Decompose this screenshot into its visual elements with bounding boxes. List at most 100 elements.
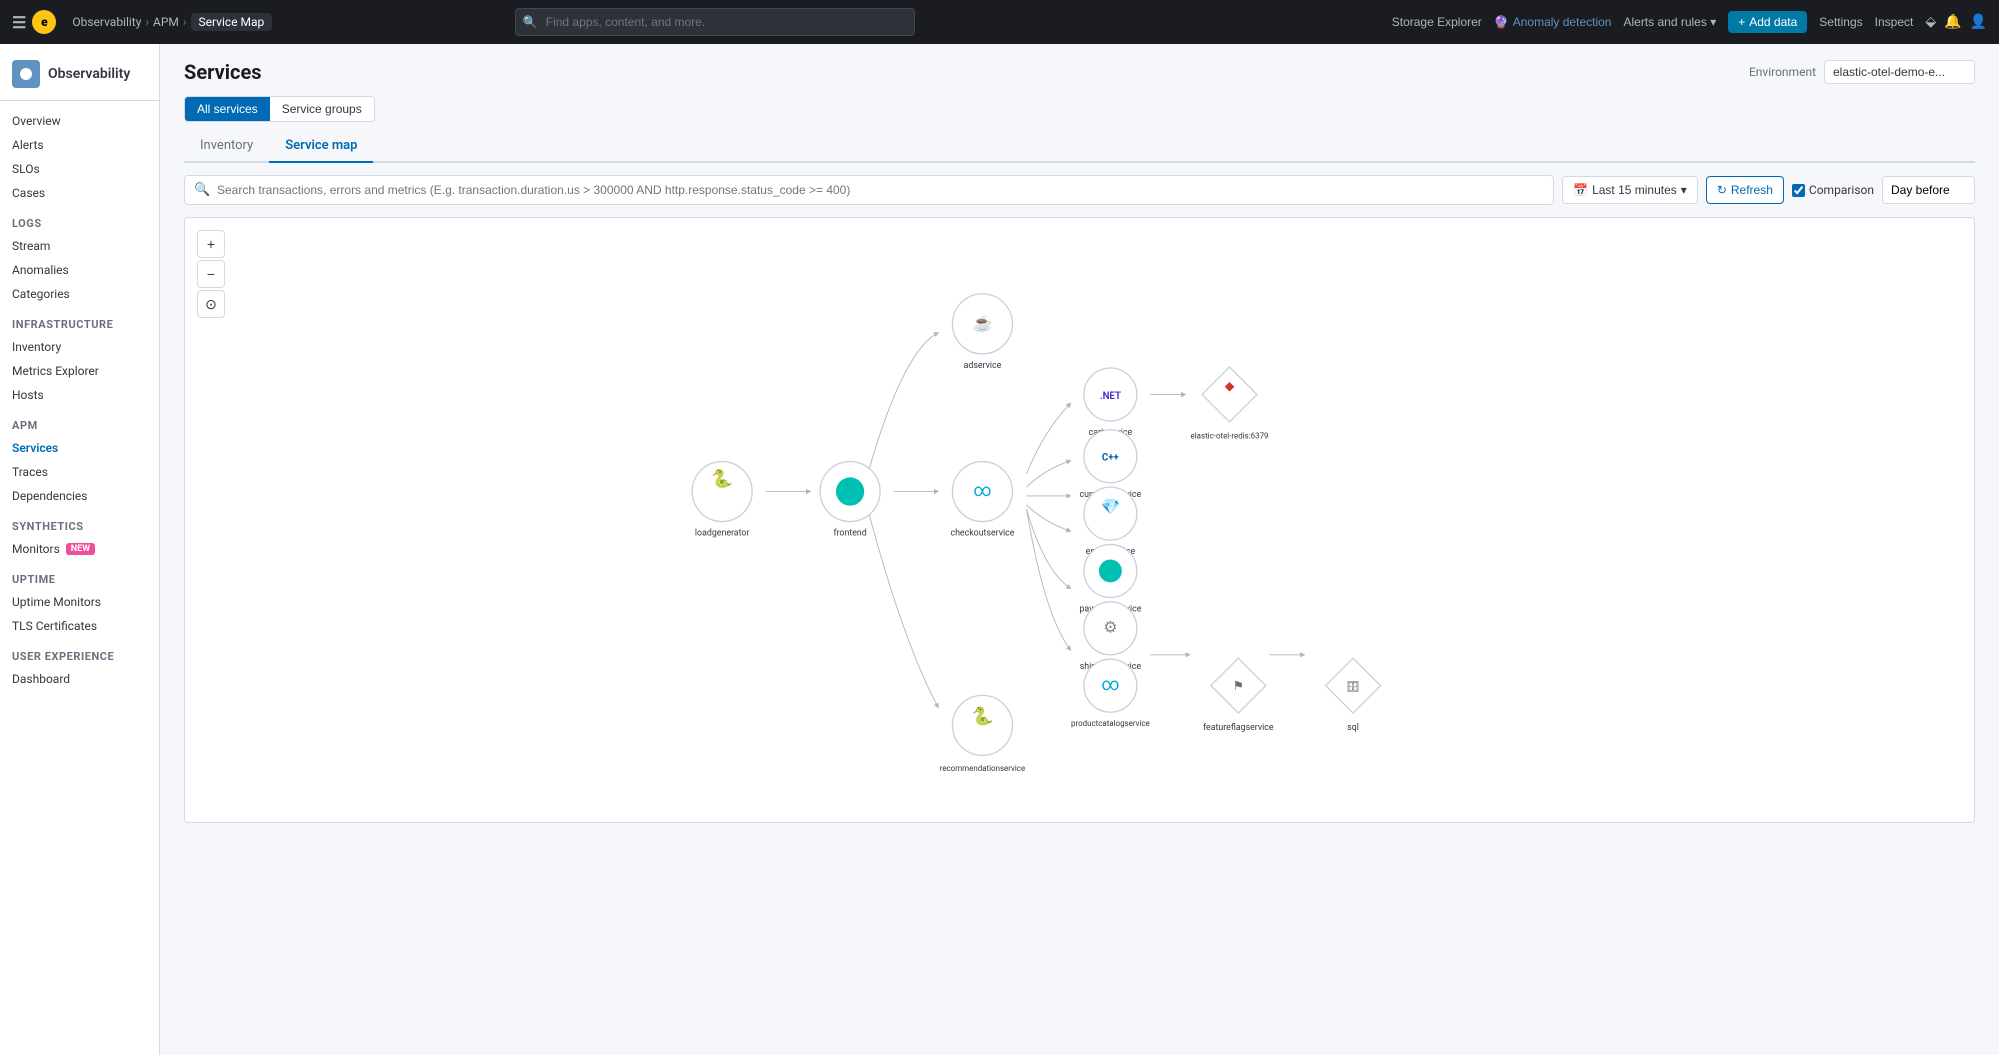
breadcrumb-service-map[interactable]: Service Map (191, 13, 273, 31)
sidebar-item-tls-certificates[interactable]: TLS Certificates (0, 614, 159, 638)
node-frontend[interactable]: frontend (820, 462, 880, 539)
sidebar-section-uptime: Uptime Uptime Monitors TLS Certificates (0, 569, 159, 638)
node-cartservice[interactable]: .NET cartservice (1084, 368, 1137, 438)
svg-text:⚑: ⚑ (1233, 680, 1244, 694)
node-checkoutservice[interactable]: ∞ checkoutservice (950, 462, 1014, 539)
svg-text:loadgenerator: loadgenerator (695, 529, 750, 539)
day-before-select[interactable]: Day before (1882, 176, 1975, 204)
alerts-rules-btn[interactable]: Alerts and rules ▾ (1623, 15, 1716, 29)
breadcrumbs: Observability › APM › Service Map (72, 13, 272, 31)
user-icon[interactable]: 👤 (1970, 14, 1987, 30)
sidebar-item-monitors[interactable]: Monitors NEW (0, 537, 159, 561)
comparison-label: Comparison (1809, 183, 1874, 197)
synthetics-section-label: Synthetics (0, 516, 159, 537)
sidebar-item-alerts[interactable]: Alerts (0, 133, 159, 157)
elastic-icon: e (32, 10, 56, 34)
zoom-in-btn[interactable]: + (197, 230, 225, 258)
sidebar-item-traces[interactable]: Traces (0, 460, 159, 484)
share-icon[interactable]: ⬙ (1925, 14, 1936, 30)
notifications-icon[interactable]: 🔔 (1944, 14, 1961, 30)
topbar-search-icon: 🔍 (523, 15, 538, 29)
comparison-check[interactable]: Comparison (1792, 183, 1874, 197)
tab-inventory[interactable]: Inventory (184, 130, 269, 163)
svg-text:◆: ◆ (1225, 380, 1235, 394)
add-data-btn[interactable]: + Add data (1728, 11, 1807, 33)
sidebar-item-inventory[interactable]: Inventory (0, 335, 159, 359)
svg-text:∞: ∞ (1101, 675, 1119, 695)
sidebar-title: Observability (48, 66, 130, 82)
inspect-btn[interactable]: Inspect (1875, 15, 1914, 29)
sidebar-item-services[interactable]: Services (0, 436, 159, 460)
topbar-icons: ⬙ 🔔 👤 (1925, 14, 1987, 30)
chevron-down-icon: ▾ (1681, 183, 1687, 197)
toolbar-search-input[interactable] (184, 175, 1554, 205)
sidebar-section-synthetics: Synthetics Monitors NEW (0, 516, 159, 561)
node-featureflagservice[interactable]: ⚑ featureflagservice (1203, 658, 1274, 733)
tab-service-groups[interactable]: Service groups (270, 97, 374, 121)
node-loadgenerator[interactable]: 🐍 loadgenerator (692, 462, 752, 539)
toolbar-search-wrap: 🔍 (184, 175, 1554, 205)
settings-btn[interactable]: Settings (1819, 15, 1862, 29)
sidebar-item-dashboard[interactable]: Dashboard (0, 667, 159, 691)
svg-text:sql: sql (1347, 723, 1359, 733)
anomaly-detection-btn[interactable]: 🔮 Anomaly detection (1494, 15, 1612, 29)
node-sql[interactable]: 🗄 sql (1326, 658, 1381, 733)
node-adservice[interactable]: ☕ adservice (952, 294, 1012, 371)
svg-text:featureflagservice: featureflagservice (1203, 723, 1274, 733)
svg-text:checkoutservice: checkoutservice (950, 529, 1014, 539)
top-tabs-row: All services Service groups (184, 96, 1975, 122)
sidebar-item-slos[interactable]: SLOs (0, 157, 159, 181)
app-body: Observability Overview Alerts SLOs Cases… (0, 44, 1999, 1055)
sidebar-item-cases[interactable]: Cases (0, 181, 159, 205)
svg-text:🗄: 🗄 (1346, 680, 1359, 693)
environment-select[interactable]: elastic-otel-demo-e... (1824, 60, 1975, 84)
sidebar-item-anomalies[interactable]: Anomalies (0, 258, 159, 282)
sidebar-section-main: Overview Alerts SLOs Cases (0, 109, 159, 205)
service-map-area: + − ⊙ (184, 217, 1975, 823)
comparison-checkbox[interactable] (1792, 184, 1805, 197)
logs-section-label: Logs (0, 213, 159, 234)
storage-explorer-btn[interactable]: Storage Explorer (1392, 15, 1482, 29)
edge-checkout-currency (1027, 461, 1071, 487)
service-type-tabs: All services Service groups (184, 96, 375, 122)
sidebar-item-overview[interactable]: Overview (0, 109, 159, 133)
sidebar-item-categories[interactable]: Categories (0, 282, 159, 306)
node-recommendationservice[interactable]: 🐍 recommendationservice (940, 695, 1025, 773)
topbar-search-wrap: 🔍 (515, 8, 915, 36)
sidebar-header: Observability (0, 52, 159, 101)
environment-label: Environment (1749, 65, 1816, 79)
page-title: Services (184, 60, 262, 84)
sidebar-section-apm: APM Services Traces Dependencies (0, 415, 159, 508)
chevron-down-icon: ▾ (1710, 15, 1716, 29)
sidebar-item-dependencies[interactable]: Dependencies (0, 484, 159, 508)
edge-checkout-payment (1027, 505, 1071, 531)
sidebar-item-stream[interactable]: Stream (0, 234, 159, 258)
zoom-out-btn[interactable]: − (197, 260, 225, 288)
svg-text:productcatalogservice: productcatalogservice (1071, 719, 1150, 728)
breadcrumb-apm[interactable]: APM (153, 15, 179, 29)
sidebar-item-uptime-monitors[interactable]: Uptime Monitors (0, 590, 159, 614)
tab-all-services[interactable]: All services (185, 97, 270, 121)
svg-text:∞: ∞ (973, 481, 991, 501)
toolbar: 🔍 📅 Last 15 minutes ▾ ↻ Refresh (184, 175, 1975, 205)
main-content: Services Environment elastic-otel-demo-e… (160, 44, 1999, 1055)
center-btn[interactable]: ⊙ (197, 290, 225, 318)
node-elastic-redis[interactable]: ◆ elastic-otel-redis:6379 (1191, 367, 1269, 441)
breadcrumb-observability[interactable]: Observability (72, 15, 141, 29)
svg-text:frontend: frontend (833, 529, 866, 539)
svg-text:C++: C++ (1102, 453, 1119, 464)
sidebar-item-metrics-explorer[interactable]: Metrics Explorer (0, 359, 159, 383)
svg-text:☕: ☕ (973, 313, 993, 332)
sidebar-item-hosts[interactable]: Hosts (0, 383, 159, 407)
topbar-search-input[interactable] (515, 8, 915, 36)
breadcrumb-sep-1: › (145, 15, 149, 29)
time-filter-btn[interactable]: 📅 Last 15 minutes ▾ (1562, 176, 1698, 204)
svg-text:elastic-otel-redis:6379: elastic-otel-redis:6379 (1191, 432, 1269, 441)
tab-service-map[interactable]: Service map (269, 130, 373, 163)
refresh-btn[interactable]: ↻ Refresh (1706, 176, 1784, 204)
toolbar-search-icon: 🔍 (194, 183, 210, 198)
hamburger-icon[interactable]: ☰ (12, 13, 26, 32)
environment-selector: Environment elastic-otel-demo-e... (1749, 60, 1975, 84)
svg-text:⚙: ⚙ (1103, 618, 1117, 637)
page-header: Services Environment elastic-otel-demo-e… (184, 60, 1975, 84)
